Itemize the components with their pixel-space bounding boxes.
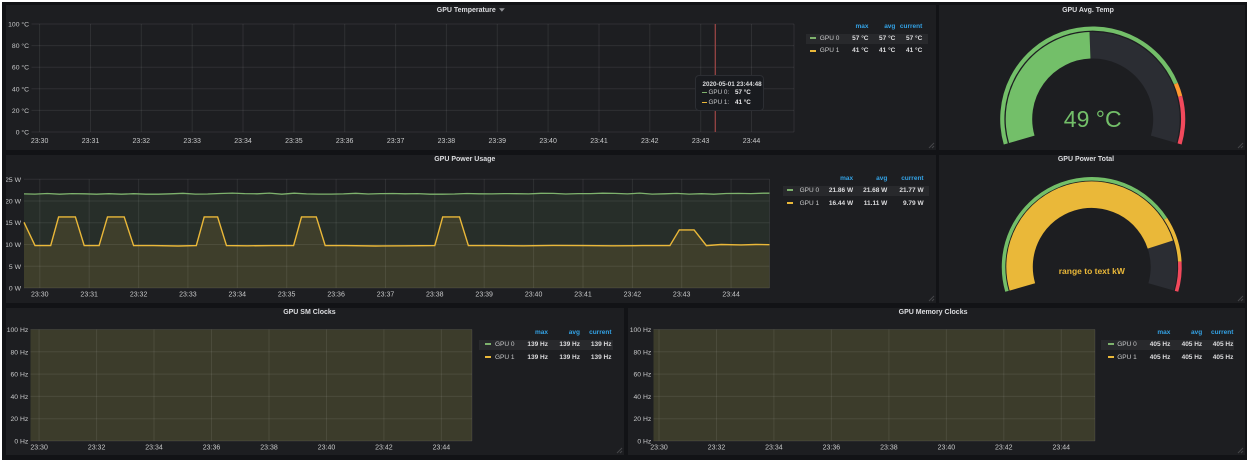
svg-text:60 Hz: 60 Hz <box>634 371 652 378</box>
svg-text:100 °C: 100 °C <box>8 21 29 29</box>
svg-text:23:33: 23:33 <box>179 291 197 298</box>
svg-text:23:30: 23:30 <box>650 444 668 451</box>
svg-text:25 W: 25 W <box>6 176 22 183</box>
svg-text:23:35: 23:35 <box>285 138 303 145</box>
svg-text:23:40: 23:40 <box>525 291 543 298</box>
svg-text:100 Hz: 100 Hz <box>7 327 29 334</box>
svg-text:49 °C: 49 °C <box>1063 106 1121 132</box>
svg-text:20 °C: 20 °C <box>12 107 29 115</box>
svg-text:23:44: 23:44 <box>743 138 761 145</box>
svg-text:23:39: 23:39 <box>489 138 507 145</box>
svg-text:23:34: 23:34 <box>765 444 783 451</box>
svg-text:0 W: 0 W <box>9 285 22 292</box>
svg-text:0 °C: 0 °C <box>16 129 29 137</box>
svg-text:40 Hz: 40 Hz <box>634 393 652 400</box>
svg-text:60 °C: 60 °C <box>12 64 29 72</box>
svg-text:23:38: 23:38 <box>260 444 278 451</box>
svg-text:23:30: 23:30 <box>31 291 49 298</box>
svg-text:23:32: 23:32 <box>130 291 148 298</box>
svg-text:23:37: 23:37 <box>377 291 395 298</box>
svg-text:23:36: 23:36 <box>823 444 841 451</box>
svg-text:range to text kW: range to text kW <box>1058 266 1125 276</box>
svg-text:20 W: 20 W <box>6 198 22 205</box>
svg-text:23:40: 23:40 <box>318 444 336 451</box>
svg-text:40 Hz: 40 Hz <box>11 393 29 400</box>
svg-text:23:43: 23:43 <box>692 138 710 145</box>
svg-text:23:34: 23:34 <box>234 138 252 145</box>
svg-text:100 Hz: 100 Hz <box>630 327 652 334</box>
svg-text:10 W: 10 W <box>6 242 22 249</box>
svg-text:23:37: 23:37 <box>387 138 405 145</box>
svg-text:23:38: 23:38 <box>426 291 444 298</box>
svg-text:23:42: 23:42 <box>995 444 1013 451</box>
svg-text:23:40: 23:40 <box>938 444 956 451</box>
svg-text:23:36: 23:36 <box>327 291 345 298</box>
svg-text:23:36: 23:36 <box>203 444 221 451</box>
svg-text:5 W: 5 W <box>9 263 22 270</box>
svg-text:20 Hz: 20 Hz <box>11 416 29 423</box>
svg-text:23:42: 23:42 <box>624 291 642 298</box>
svg-text:23:34: 23:34 <box>145 444 163 451</box>
svg-text:23:31: 23:31 <box>80 291 98 298</box>
svg-text:40 °C: 40 °C <box>12 85 29 93</box>
svg-text:0 Hz: 0 Hz <box>14 438 29 445</box>
svg-text:23:38: 23:38 <box>880 444 898 451</box>
svg-text:80 Hz: 80 Hz <box>11 349 29 356</box>
svg-text:23:43: 23:43 <box>673 291 691 298</box>
svg-text:23:44: 23:44 <box>433 444 451 451</box>
svg-text:60 Hz: 60 Hz <box>11 371 29 378</box>
svg-text:23:33: 23:33 <box>183 138 201 145</box>
svg-text:23:38: 23:38 <box>438 138 456 145</box>
svg-text:23:32: 23:32 <box>88 444 106 451</box>
svg-text:23:36: 23:36 <box>336 138 354 145</box>
svg-text:23:35: 23:35 <box>278 291 296 298</box>
svg-text:23:39: 23:39 <box>475 291 493 298</box>
svg-text:23:30: 23:30 <box>30 444 48 451</box>
svg-text:23:41: 23:41 <box>590 138 608 145</box>
svg-text:23:40: 23:40 <box>539 138 557 145</box>
svg-text:23:34: 23:34 <box>229 291 247 298</box>
svg-text:23:44: 23:44 <box>1053 444 1071 451</box>
svg-text:80 °C: 80 °C <box>12 42 29 50</box>
svg-text:23:30: 23:30 <box>31 138 49 145</box>
svg-text:23:31: 23:31 <box>82 138 100 145</box>
svg-text:80 Hz: 80 Hz <box>634 349 652 356</box>
svg-text:23:41: 23:41 <box>574 291 592 298</box>
svg-text:23:42: 23:42 <box>641 138 659 145</box>
svg-text:23:32: 23:32 <box>708 444 726 451</box>
svg-text:23:44: 23:44 <box>722 291 740 298</box>
svg-text:23:42: 23:42 <box>375 444 393 451</box>
svg-text:15 W: 15 W <box>6 220 22 227</box>
svg-text:20 Hz: 20 Hz <box>634 416 652 423</box>
svg-text:23:32: 23:32 <box>133 138 151 145</box>
